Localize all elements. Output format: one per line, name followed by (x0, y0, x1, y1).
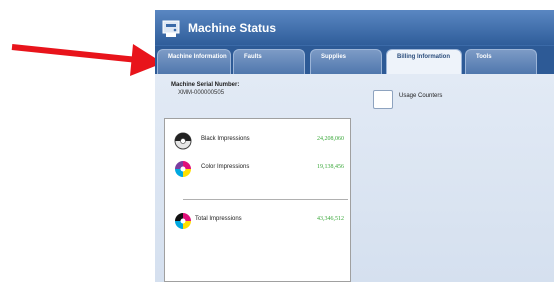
serial-number-value: XMM-000000505 (178, 90, 225, 96)
counter-row-total: Total Impressions 43,346,512 (165, 211, 350, 231)
total-toner-icon (175, 213, 191, 229)
color-toner-icon (175, 161, 191, 177)
counter-value: 24,208,060 (317, 136, 344, 142)
title-bar: Machine Status (155, 10, 554, 45)
counter-label: Total Impressions (195, 216, 242, 222)
usage-counters-button[interactable] (373, 90, 393, 109)
tab-tools[interactable]: Tools (465, 49, 537, 74)
tab-faults[interactable]: Faults (233, 49, 305, 74)
counter-value: 43,346,512 (317, 216, 344, 222)
counter-row-color: Color Impressions 19,138,456 (165, 159, 350, 179)
tab-billing-information[interactable]: Billing Information (386, 49, 462, 74)
tab-bar: Machine Information Faults Supplies Bill… (155, 46, 554, 74)
billing-information-panel: Machine Serial Number: XMM-000000505 Usa… (155, 74, 554, 282)
counter-row-black: Black Impressions 24,208,060 (165, 131, 350, 151)
serial-number-label: Machine Serial Number: (171, 82, 240, 88)
window-title: Machine Status (188, 21, 277, 35)
usage-counters-label: Usage Counters (399, 93, 443, 99)
black-toner-icon (174, 132, 192, 150)
counter-label: Black Impressions (201, 136, 250, 142)
counter-value: 19,138,456 (317, 164, 344, 170)
impressions-counter-box: Black Impressions 24,208,060 Color Impre… (164, 118, 351, 282)
counter-label: Color Impressions (201, 164, 250, 170)
machine-status-icon (162, 20, 180, 37)
machine-status-window: Machine Status Machine Information Fault… (155, 10, 554, 282)
tab-machine-information[interactable]: Machine Information (157, 49, 231, 74)
counter-divider (183, 199, 348, 200)
tab-supplies[interactable]: Supplies (310, 49, 382, 74)
